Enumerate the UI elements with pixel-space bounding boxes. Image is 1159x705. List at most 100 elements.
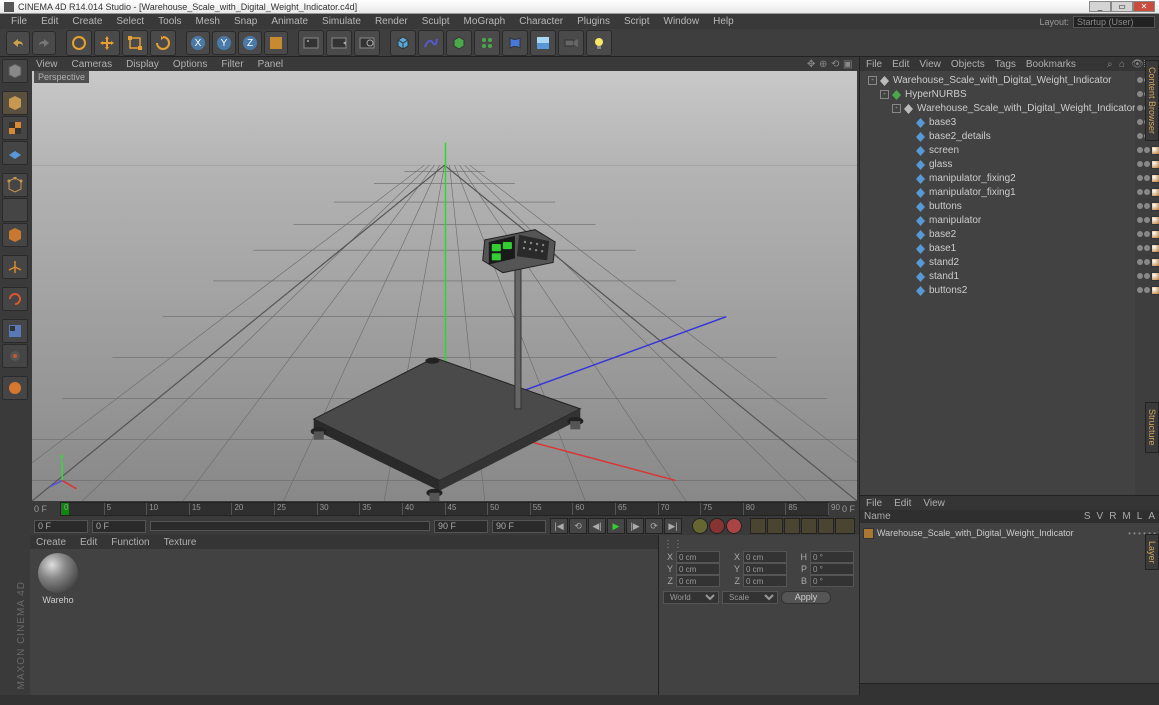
key-all-button[interactable] — [835, 518, 855, 534]
tree-row[interactable]: glass — [860, 157, 1135, 171]
om-menu-file[interactable]: File — [866, 59, 882, 70]
vis-editor-dot[interactable] — [1137, 273, 1143, 279]
vis-editor-dot[interactable] — [1137, 245, 1143, 251]
attr-menu-view[interactable]: View — [923, 498, 945, 509]
render-settings-button[interactable] — [354, 30, 380, 56]
vis-editor-dot[interactable] — [1137, 259, 1143, 265]
texture-mode-button[interactable] — [2, 116, 28, 140]
om-eye-icon[interactable]: 👁 — [1131, 59, 1141, 69]
vis-editor-dot[interactable] — [1137, 175, 1143, 181]
frame-range-slider[interactable] — [150, 521, 430, 531]
menu-animate[interactable]: Animate — [264, 16, 315, 27]
array-button[interactable] — [474, 30, 500, 56]
material-swatch[interactable]: Wareho — [34, 553, 82, 605]
menu-script[interactable]: Script — [617, 16, 657, 27]
nav-move-icon[interactable]: ✥ — [807, 59, 817, 69]
mat-menu-edit[interactable]: Edit — [80, 537, 97, 548]
frame-preview-start-field[interactable] — [92, 520, 146, 533]
vis-editor-dot[interactable] — [1137, 217, 1143, 223]
timeline-ruler[interactable]: 051015202530354045505560657075808590 — [60, 502, 829, 516]
close-button[interactable]: ✕ — [1133, 1, 1155, 12]
tree-row[interactable]: -Warehouse_Scale_with_Digital_Weight_Ind… — [860, 73, 1135, 87]
tree-row[interactable]: buttons — [860, 199, 1135, 213]
camera-button[interactable] — [558, 30, 584, 56]
tree-row[interactable]: manipulator_fixing2 — [860, 171, 1135, 185]
om-menu-bookmarks[interactable]: Bookmarks — [1026, 59, 1076, 70]
vis-editor-dot[interactable] — [1137, 203, 1143, 209]
coord-size-field[interactable] — [743, 575, 787, 587]
prev-frame-button[interactable]: ◀| — [588, 518, 606, 534]
environment-button[interactable] — [530, 30, 556, 56]
key-scale-button[interactable] — [767, 518, 783, 534]
key-pos-button[interactable] — [750, 518, 766, 534]
menu-snap[interactable]: Snap — [227, 16, 264, 27]
tree-row[interactable]: base2_details — [860, 129, 1135, 143]
menu-tools[interactable]: Tools — [151, 16, 188, 27]
maximize-button[interactable]: ▭ — [1111, 1, 1133, 12]
attr-col-r[interactable]: R — [1109, 511, 1116, 522]
vis-editor-dot[interactable] — [1137, 77, 1143, 83]
record-button[interactable] — [692, 518, 708, 534]
mat-menu-texture[interactable]: Texture — [164, 537, 197, 548]
vis-editor-dot[interactable] — [1137, 147, 1143, 153]
attr-menu-edit[interactable]: Edit — [894, 498, 911, 509]
om-menu-view[interactable]: View — [919, 59, 941, 70]
next-key-button[interactable]: ⟳ — [645, 518, 663, 534]
coord-size-field[interactable] — [743, 563, 787, 575]
tree-row[interactable]: base3 — [860, 115, 1135, 129]
undo-button[interactable] — [6, 31, 30, 55]
om-menu-tags[interactable]: Tags — [995, 59, 1016, 70]
spline-button[interactable] — [418, 30, 444, 56]
attr-scrollbar[interactable] — [860, 683, 1159, 695]
deformer-button[interactable] — [502, 30, 528, 56]
coord-pos-field[interactable] — [676, 575, 720, 587]
workplane-mode-button[interactable] — [2, 141, 28, 165]
menu-help[interactable]: Help — [706, 16, 741, 27]
coord-rot-field[interactable] — [810, 551, 854, 563]
tab-layer[interactable]: Layer — [1145, 534, 1159, 571]
edges-mode-button[interactable] — [2, 198, 28, 222]
menu-file[interactable]: File — [4, 16, 34, 27]
tree-row[interactable]: base2 — [860, 227, 1135, 241]
tree-row[interactable]: manipulator_fixing1 — [860, 185, 1135, 199]
viewport-solo-button[interactable] — [2, 319, 28, 343]
attr-layer-row[interactable]: Warehouse_Scale_with_Digital_Weight_Indi… — [863, 526, 1156, 540]
vis-editor-dot[interactable] — [1137, 287, 1143, 293]
vis-editor-dot[interactable] — [1137, 231, 1143, 237]
make-editable-button[interactable] — [2, 59, 28, 83]
x-axis-button[interactable]: X — [186, 31, 210, 55]
tree-expand-icon[interactable]: - — [868, 76, 877, 85]
coord-grip-icon[interactable]: ⋮⋮ — [663, 539, 683, 549]
key-rot-button[interactable] — [784, 518, 800, 534]
menu-mesh[interactable]: Mesh — [189, 16, 227, 27]
menu-simulate[interactable]: Simulate — [315, 16, 368, 27]
redo-button[interactable] — [32, 31, 56, 55]
apply-button[interactable]: Apply — [781, 591, 831, 604]
prev-key-button[interactable]: ⟲ — [569, 518, 587, 534]
menu-create[interactable]: Create — [65, 16, 109, 27]
vis-editor-dot[interactable] — [1137, 133, 1143, 139]
nav-zoom-icon[interactable]: ⊕ — [819, 59, 829, 69]
tree-expand-icon[interactable]: - — [880, 90, 889, 99]
live-select-button[interactable] — [66, 30, 92, 56]
next-frame-button[interactable]: |▶ — [626, 518, 644, 534]
coord-space-select[interactable]: World — [663, 591, 719, 604]
z-axis-button[interactable]: Z — [238, 31, 262, 55]
vis-editor-dot[interactable] — [1137, 189, 1143, 195]
mat-menu-create[interactable]: Create — [36, 537, 66, 548]
mat-menu-function[interactable]: Function — [111, 537, 149, 548]
vis-editor-dot[interactable] — [1137, 105, 1143, 111]
vis-editor-dot[interactable] — [1137, 119, 1143, 125]
attr-col-l[interactable]: L — [1137, 511, 1143, 522]
move-button[interactable] — [94, 30, 120, 56]
menu-window[interactable]: Window — [657, 16, 707, 27]
rotate-button[interactable] — [150, 30, 176, 56]
attr-col-m[interactable]: M — [1122, 511, 1130, 522]
view-menu-options[interactable]: Options — [173, 59, 207, 70]
minimize-button[interactable]: _ — [1089, 1, 1111, 12]
tree-row[interactable]: stand2 — [860, 255, 1135, 269]
om-search-icon[interactable]: ⌕ — [1107, 59, 1117, 69]
attr-menu-file[interactable]: File — [866, 498, 882, 509]
menu-mograph[interactable]: MoGraph — [457, 16, 513, 27]
menu-plugins[interactable]: Plugins — [570, 16, 617, 27]
